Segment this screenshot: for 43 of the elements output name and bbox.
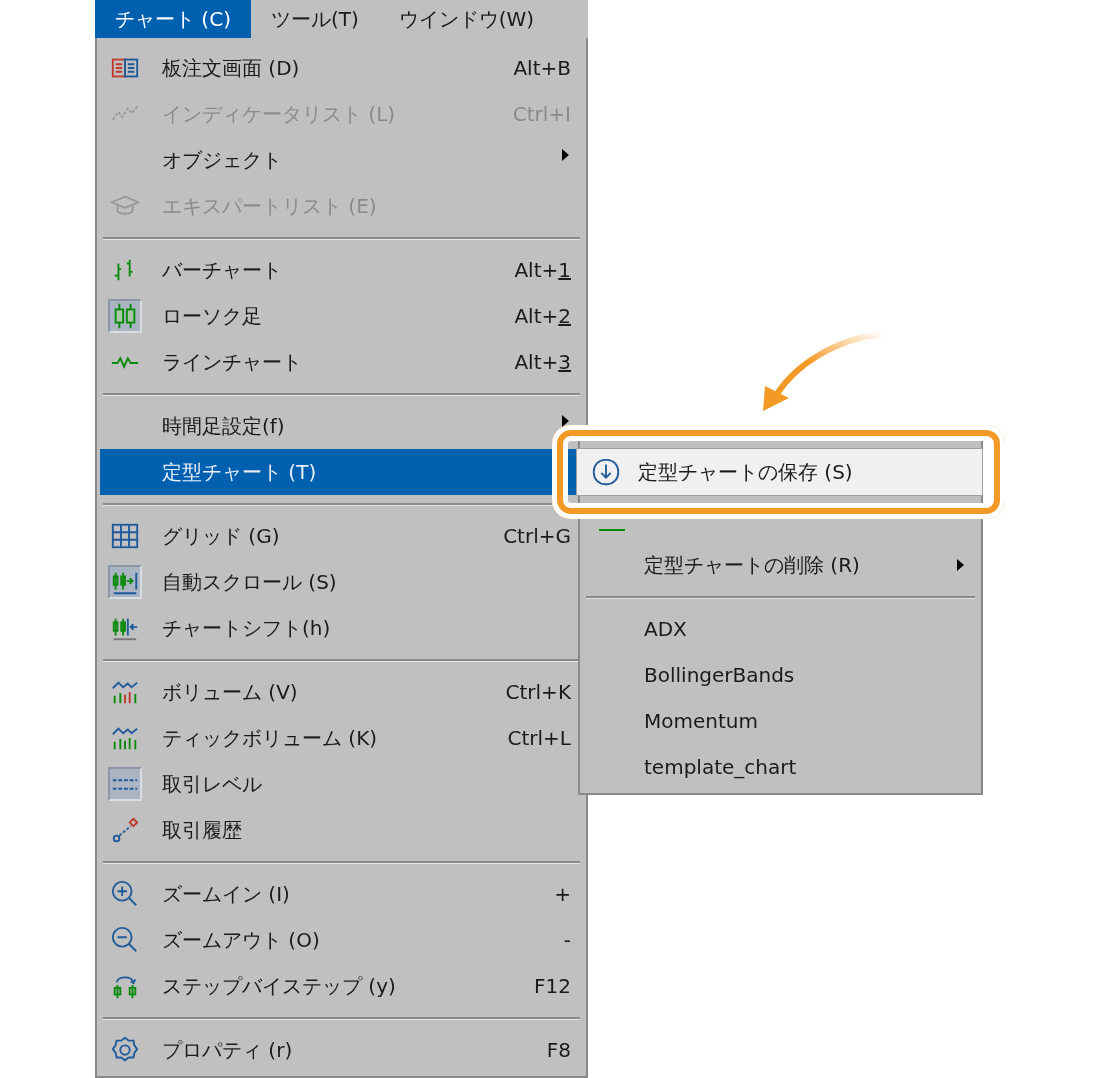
download-icon — [591, 457, 621, 487]
shortcut-label: Ctrl+L — [507, 726, 571, 750]
import-icon — [599, 528, 625, 532]
menu-item[interactable]: ズームイン (I) + — [100, 871, 583, 917]
shortcut-label: Ctrl+G — [503, 524, 571, 548]
submenu-item[interactable]: 定型チャートの削除 (R) — [583, 542, 978, 588]
shortcut-label: Alt+B — [513, 56, 571, 80]
menu-bar-item[interactable]: ウインドウ(W) — [378, 0, 555, 38]
submenu-item[interactable]: template_chart — [583, 744, 978, 790]
submenu-item[interactable]: 定型チャートの保存 (S) — [576, 448, 983, 496]
menu-item[interactable]: 板注文画面 (D) Alt+B — [100, 45, 583, 91]
menu-item[interactable]: 取引履歴 — [100, 807, 583, 853]
grid-icon — [110, 521, 140, 551]
menu-item[interactable]: 自動スクロール (S) — [100, 559, 583, 605]
shortcut-label: F8 — [546, 1038, 571, 1062]
menu-item[interactable]: 取引レベル — [100, 761, 583, 807]
shortcut-label: Alt+2 — [514, 304, 571, 328]
menu-item[interactable]: バーチャート Alt+1 — [100, 247, 583, 293]
submenu-item[interactable]: Momentum — [583, 698, 978, 744]
zoom-in-icon — [110, 879, 140, 909]
menu-item[interactable]: 時間足設定(f) — [100, 403, 583, 449]
submenu-item[interactable]: BollingerBands — [583, 652, 978, 698]
shortcut-label: F12 — [534, 974, 571, 998]
menu-item[interactable]: プロパティ (r) F8 — [100, 1027, 583, 1073]
menu-bar-item[interactable]: チャート (C) — [95, 0, 251, 38]
menu-item[interactable]: ラインチャート Alt+3 — [100, 339, 583, 385]
menu-item[interactable]: オブジェクト — [100, 137, 583, 183]
menu-item[interactable]: ズームアウト (O) - — [100, 917, 583, 963]
menu-item[interactable]: ステップバイステップ (y) F12 — [100, 963, 583, 1009]
menu-item[interactable]: ティックボリューム (K) Ctrl+L — [100, 715, 583, 761]
menu-bar-item[interactable]: ツール(T) — [250, 0, 379, 38]
submenu-item[interactable]: ADX — [583, 606, 978, 652]
shortcut-label: + — [554, 882, 571, 906]
menu-item[interactable]: ボリューム (V) Ctrl+K — [100, 669, 583, 715]
shortcut-label: Alt+3 — [514, 350, 571, 374]
zoom-out-icon — [110, 925, 140, 955]
shortcut-label: - — [563, 928, 571, 952]
shortcut-label: Alt+1 — [514, 258, 571, 282]
menu-item[interactable]: グリッド (G) Ctrl+G — [100, 513, 583, 559]
menu-item[interactable]: ローソク足 Alt+2 — [100, 293, 583, 339]
trade-history-icon — [110, 815, 140, 845]
menu-item[interactable]: チャートシフト(h) — [100, 605, 583, 651]
shortcut-label: Ctrl+K — [505, 680, 571, 704]
